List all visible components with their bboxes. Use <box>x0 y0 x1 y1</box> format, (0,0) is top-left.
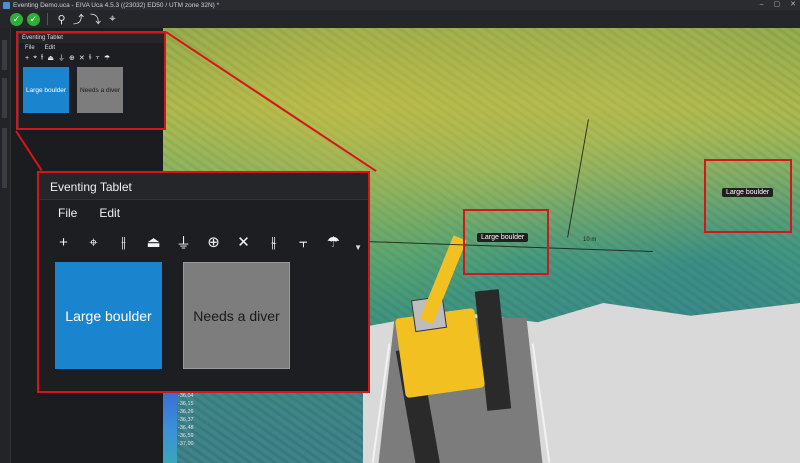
menu-file[interactable]: File <box>58 206 77 220</box>
close-icon[interactable]: ✕ <box>790 0 796 10</box>
eventing-tablet-zoomed: Eventing Tablet File Edit + ⌖ ⫲ ⏏ ⏚ ⊕ ✕ … <box>39 173 368 391</box>
legend-value: -36,59 <box>178 433 194 439</box>
route-icon[interactable]: ⌖ <box>106 13 119 26</box>
minimize-icon[interactable]: – <box>760 0 764 10</box>
junction-icon[interactable]: ⫟ <box>294 233 313 252</box>
legend-value: -36,26 <box>178 409 194 415</box>
add-icon[interactable]: + <box>54 233 73 252</box>
anchor-icon[interactable]: ⏚ <box>174 233 193 252</box>
check-circle-icon[interactable]: ✓ <box>10 12 23 26</box>
tablet-title-bar: Eventing Tablet <box>39 173 368 200</box>
depth-color-scale <box>163 393 177 463</box>
route-icon[interactable]: ⤴ <box>72 13 85 26</box>
check-circle-icon[interactable]: ✓ <box>27 12 40 26</box>
dock-tab[interactable] <box>2 40 7 70</box>
menu-edit[interactable]: Edit <box>99 206 120 220</box>
callout-box-label <box>704 159 792 233</box>
legend-value: -36,15 <box>178 401 194 407</box>
legend-value: -37,00 <box>178 441 194 447</box>
toolbar-overflow-icon[interactable]: ▼ <box>354 243 362 252</box>
gap-icon[interactable]: ⫳ <box>264 233 283 252</box>
cross-icon[interactable]: ✕ <box>234 233 253 252</box>
measurement-label: 10 m <box>583 237 597 243</box>
toolbar-separator <box>47 13 48 25</box>
diver-icon[interactable]: ☂ <box>324 233 343 252</box>
tablet-toolbar: + ⌖ ⫲ ⏏ ⏚ ⊕ ✕ ⫳ ⫟ ☂ <box>54 229 365 255</box>
callout-box-small <box>16 31 166 130</box>
eject-icon[interactable]: ⏏ <box>144 233 163 252</box>
tablet-title: Eventing Tablet <box>50 180 132 194</box>
split-icon[interactable]: ⫲ <box>114 233 133 252</box>
maximize-icon[interactable]: ▢ <box>774 0 781 10</box>
callout-box-label <box>463 209 549 275</box>
tablet-menu: File Edit <box>58 206 120 220</box>
pin-icon[interactable]: ⚲ <box>55 13 68 26</box>
crosshair-icon[interactable]: ⊕ <box>204 233 223 252</box>
dock-tab[interactable] <box>2 78 7 118</box>
legend-value: -36,04 <box>178 393 194 399</box>
title-bar: Eventing Demo.uca - EIVA Uca 4.5.3 ((230… <box>0 0 800 10</box>
event-tile-needs-a-diver[interactable]: Needs a diver <box>183 262 290 369</box>
legend-value: -36,37 <box>178 417 194 423</box>
depth-scale-values: -36,04 -36,15 -36,26 -36,37 -36,48 -36,5… <box>178 392 194 448</box>
window-controls: – ▢ ✕ <box>760 0 796 10</box>
legend-value: -36,48 <box>178 425 194 431</box>
main-toolbar: ✓ ✓ ⚲ ⤴ ⤵ ⌖ <box>0 10 800 28</box>
dock-tab[interactable] <box>2 128 7 188</box>
window-title: Eventing Demo.uca - EIVA Uca 4.5.3 ((230… <box>13 1 220 9</box>
target-icon[interactable]: ⌖ <box>84 233 103 252</box>
app-icon <box>3 1 10 9</box>
route-icon[interactable]: ⤵ <box>89 13 102 26</box>
left-dock-strip <box>0 28 11 463</box>
event-tile-large-boulder[interactable]: Large boulder <box>55 262 162 369</box>
